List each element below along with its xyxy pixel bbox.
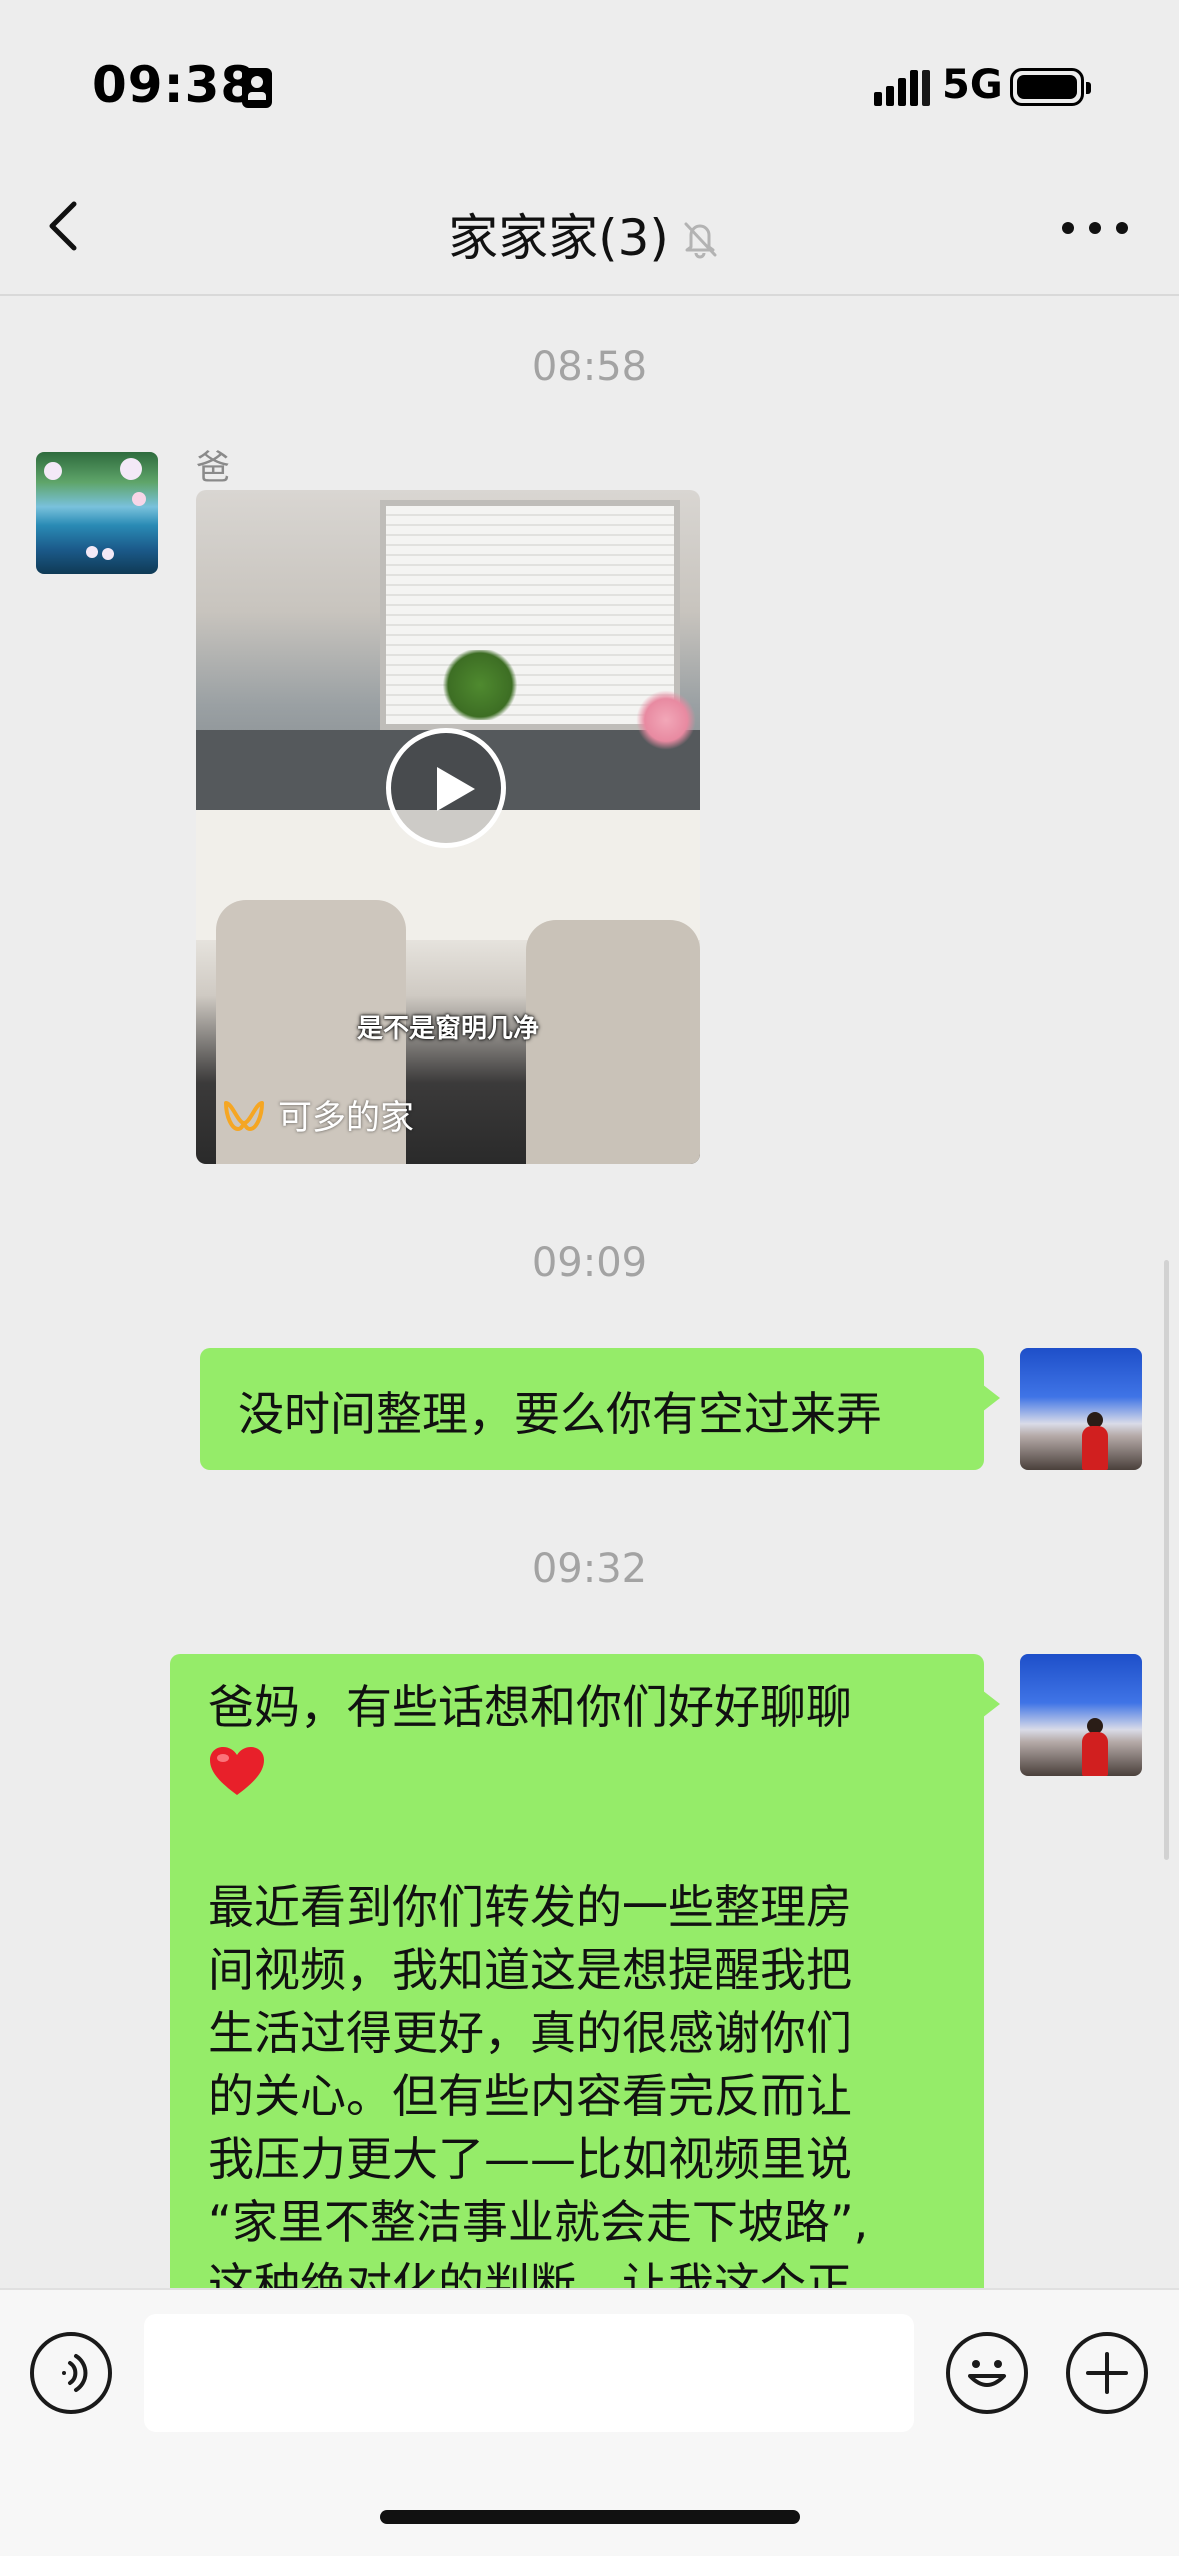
message-spacer <box>208 1813 946 1876</box>
video-caption: 是不是窗明几净 <box>356 1014 539 1044</box>
heart-emoji-icon <box>210 1747 264 1795</box>
mute-icon <box>679 213 721 259</box>
message-text: “家里不整洁事业就会走下坡路”, <box>208 2195 869 2249</box>
video-thumbnail-window <box>380 500 680 730</box>
more-icon[interactable] <box>1062 212 1128 242</box>
chat-title[interactable]: 家家家(3) <box>448 198 669 270</box>
message-text: 间视频，我知道这是想提醒我把 <box>208 1943 852 1997</box>
message-input[interactable] <box>144 2314 914 2432</box>
my-avatar[interactable] <box>1020 1348 1142 1470</box>
play-icon[interactable] <box>386 728 506 848</box>
voice-icon[interactable] <box>30 2332 112 2414</box>
message-timestamp: 09:32 <box>531 1546 648 1592</box>
message-text: 生活过得更好，真的很感谢你们 <box>208 2006 852 2060</box>
video-channel[interactable]: 可多的家 <box>222 1090 414 1139</box>
channels-logo-icon <box>224 1100 264 1131</box>
network-label: 5G <box>942 62 1003 108</box>
message-timestamp: 09:09 <box>531 1240 648 1286</box>
chat-screen: 09:38 5G 家家家(3) 08:58 爸 是不是窗明几净 可多的家 09:… <box>0 0 1179 2556</box>
sender-name: 爸 <box>196 448 230 488</box>
home-indicator[interactable] <box>380 2510 800 2524</box>
emoji-icon[interactable] <box>946 2332 1028 2414</box>
channel-name: 可多的家 <box>278 1098 414 1138</box>
plus-icon[interactable] <box>1066 2332 1148 2414</box>
message-timestamp: 08:58 <box>531 344 648 390</box>
video-thumbnail-plant <box>440 650 520 720</box>
outgoing-message-bubble[interactable]: 没时间整理，要么你有空过来弄 <box>200 1348 1000 1470</box>
message-text: 的关心。但有些内容看完反而让 <box>208 2069 852 2123</box>
battery-icon <box>1010 68 1091 106</box>
signal-icon <box>874 66 930 106</box>
chat-title-row: 家家家(3) <box>0 198 1179 270</box>
nav-bar: 家家家(3) <box>0 160 1179 296</box>
status-time: 09:38 <box>92 56 257 114</box>
dad-avatar[interactable] <box>36 452 158 574</box>
message-text: 最近看到你们转发的一些整理房 <box>208 1880 852 1934</box>
message-text: 爸妈，有些话想和你们好好聊聊 <box>208 1680 852 1734</box>
id-card-icon <box>242 68 272 108</box>
video-message[interactable]: 是不是窗明几净 可多的家 <box>196 490 700 1164</box>
status-bar: 09:38 5G <box>0 0 1179 160</box>
my-avatar[interactable] <box>1020 1654 1142 1776</box>
message-text: 没时间整理，要么你有空过来弄 <box>238 1387 882 1441</box>
scrollbar[interactable] <box>1164 1260 1169 1860</box>
video-thumbnail-flowers <box>636 690 696 750</box>
heart-emoji-line <box>208 1739 946 1813</box>
message-text: 我压力更大了——比如视频里说 <box>208 2132 852 2186</box>
